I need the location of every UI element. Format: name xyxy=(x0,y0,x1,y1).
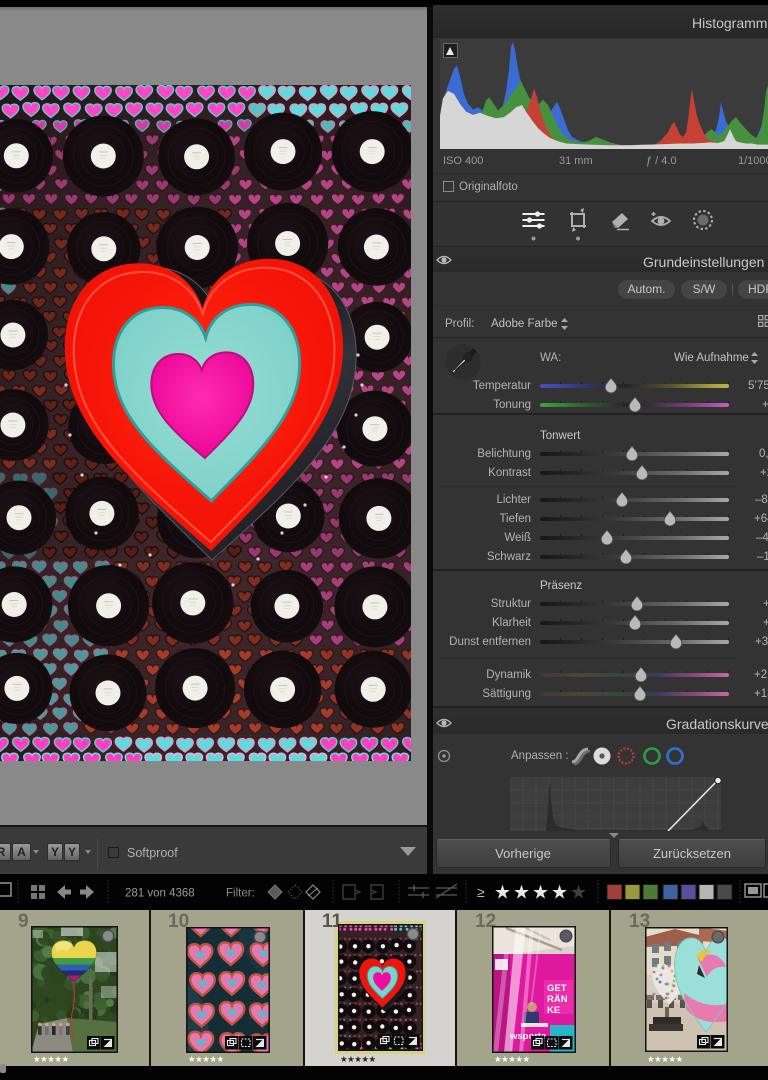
svg-text:★: ★ xyxy=(532,883,549,904)
svg-text:281 von 4368: 281 von 4368 xyxy=(125,888,195,900)
svg-text:★: ★ xyxy=(494,883,511,904)
svg-text:★: ★ xyxy=(551,883,568,904)
svg-text:★: ★ xyxy=(570,883,587,904)
svg-text:≥: ≥ xyxy=(477,884,485,900)
svg-text:KE: KE xyxy=(547,1005,560,1016)
svg-text:RÄN: RÄN xyxy=(547,994,568,1005)
svg-text:Filter:: Filter: xyxy=(226,888,255,900)
svg-text:GET: GET xyxy=(547,983,567,994)
svg-text:★: ★ xyxy=(513,883,530,904)
